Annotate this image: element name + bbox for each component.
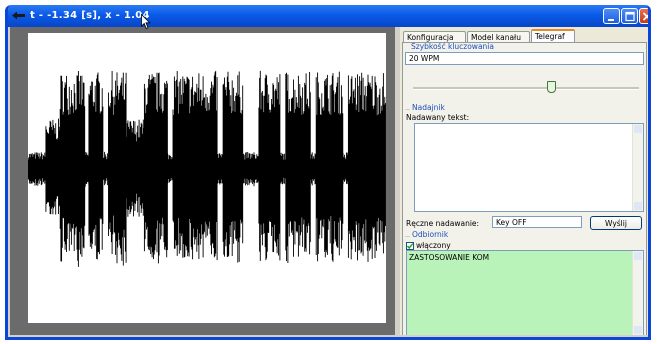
- application-window: t - -1.34 [s], x - 1.04 Konfiguracja Mod…: [5, 5, 651, 340]
- window-title: t - -1.34 [s], x - 1.04: [30, 10, 150, 21]
- speed-field[interactable]: 20 WPM: [405, 52, 644, 65]
- send-button[interactable]: Wyślij: [590, 216, 642, 230]
- transmitted-text-scrollbar[interactable]: [632, 124, 643, 211]
- speed-group-title: Szybkość kluczowania: [411, 42, 494, 51]
- waveform-segment: [279, 152, 286, 185]
- close-icon: [642, 12, 648, 21]
- receiver-group-title: Odbiornik: [412, 230, 449, 239]
- waveform-segment: [102, 151, 109, 186]
- waveform-segment: [108, 71, 127, 266]
- waveform-segment: [342, 152, 349, 185]
- waveform-segment: [315, 71, 344, 262]
- control-panel: Konfiguracja Model kanału Telegraf Szybk…: [400, 27, 648, 337]
- receiver-enabled-label: włączony: [416, 241, 451, 250]
- speed-slider-track[interactable]: [413, 87, 639, 90]
- waveform-segment: [167, 153, 173, 184]
- waveform-segment: [172, 70, 218, 261]
- manual-send-label: Ręczne nadawanie:: [406, 219, 480, 228]
- title-bar[interactable]: t - -1.34 [s], x - 1.04: [8, 5, 648, 27]
- receiver-enabled-checkbox[interactable]: [406, 242, 414, 250]
- waveform-segment: [242, 152, 260, 187]
- waveform-segment: [126, 119, 145, 217]
- waveform-segment: [217, 153, 224, 185]
- minimize-icon: [608, 19, 614, 21]
- plot-canvas[interactable]: [27, 33, 386, 323]
- waveform-segment: [347, 72, 386, 262]
- scroll-down-icon[interactable]: [634, 202, 642, 210]
- waveform-segment: [310, 152, 317, 186]
- check-icon: [406, 243, 414, 250]
- status-bar: [8, 335, 648, 337]
- waveform-segment: [222, 71, 244, 263]
- manual-send-field[interactable]: Key OFF: [492, 216, 582, 228]
- waveform-segment: [84, 152, 90, 187]
- waveform-segment: [45, 118, 61, 215]
- waveform-plot: [27, 70, 386, 267]
- transmitter-group-line: [405, 109, 410, 110]
- waveform-segment: [27, 152, 46, 186]
- speed-slider-thumb[interactable]: [546, 81, 556, 93]
- waveform-segment: [285, 72, 311, 263]
- minimize-button[interactable]: [603, 8, 620, 24]
- app-icon: [12, 11, 25, 20]
- received-text-scrollbar[interactable]: [632, 251, 643, 335]
- telegraf-tab-content: Szybkość kluczowania 20 WPM Nadajnik Nad…: [402, 42, 647, 337]
- close-button[interactable]: [639, 8, 648, 24]
- received-text: ZASTOSOWANIE KOM: [409, 253, 490, 262]
- waveform-segment: [59, 71, 86, 267]
- tab-telegraf[interactable]: Telegraf: [531, 29, 575, 43]
- mouse-pointer-icon: [141, 14, 151, 30]
- transmitted-text-area[interactable]: [414, 123, 644, 212]
- waveform-segment: [88, 72, 104, 260]
- received-text-area[interactable]: ZASTOSOWANIE KOM: [406, 250, 644, 336]
- transmitter-group-title: Nadajnik: [412, 103, 445, 112]
- scroll-up-icon[interactable]: [634, 252, 642, 260]
- waveform-segment: [143, 72, 168, 264]
- plot-panel: [10, 27, 395, 337]
- maximize-button[interactable]: [621, 8, 638, 24]
- scroll-up-icon[interactable]: [634, 125, 642, 133]
- waveform-segment: [258, 70, 281, 261]
- transmitted-text-label: Nadawany tekst:: [406, 113, 470, 122]
- receiver-group-line: [405, 236, 410, 237]
- scroll-down-icon[interactable]: [634, 326, 642, 334]
- maximize-icon: [625, 11, 635, 22]
